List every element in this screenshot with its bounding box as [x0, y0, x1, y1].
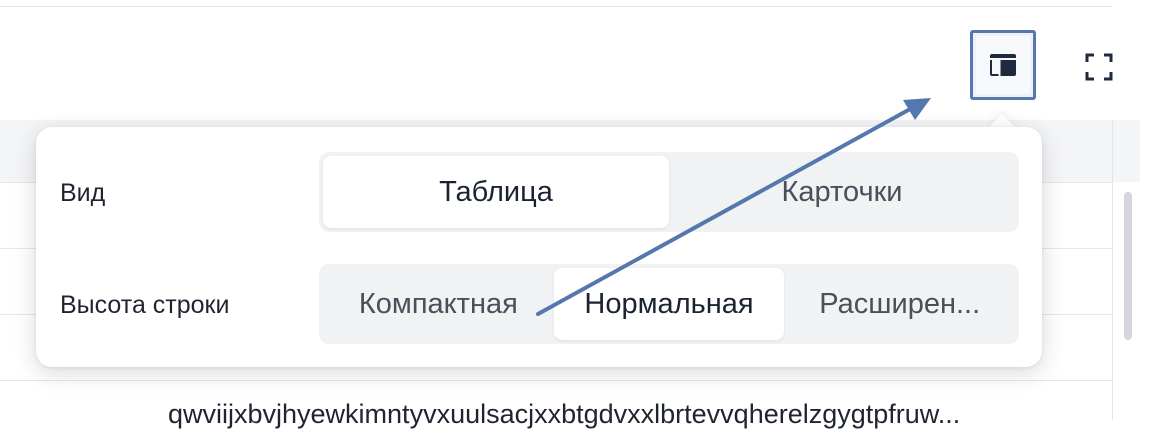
fullscreen-button[interactable]: [1080, 48, 1118, 86]
view-settings-button[interactable]: [970, 30, 1036, 100]
fullscreen-icon: [1085, 53, 1113, 81]
view-settings-button-inner: [976, 36, 1030, 94]
view-option-cards[interactable]: Карточки: [669, 156, 1015, 228]
view-option-table[interactable]: Таблица: [323, 156, 669, 228]
column-divider: [1112, 120, 1113, 420]
table-cell: qwviijxbvjhyewkimntyvxuulsacjxxbtgdvxxlb…: [168, 399, 961, 429]
row-height-label: Высота строки: [60, 291, 230, 319]
vertical-scrollbar[interactable]: [1124, 192, 1132, 340]
view-settings-popover: Вид Таблица Карточки Высота строки Компа…: [36, 127, 1042, 367]
row-height-option-compact[interactable]: Компактная: [323, 268, 554, 340]
view-mode-selector: Таблица Карточки: [319, 152, 1019, 232]
table-layout-icon: [990, 54, 1016, 76]
row-height-option-expanded[interactable]: Расширен...: [784, 268, 1015, 340]
row-height-selector: Компактная Нормальная Расширен...: [319, 264, 1019, 344]
view-label: Вид: [60, 179, 106, 207]
annotation-arrow-head: [903, 98, 931, 120]
divider: [0, 6, 1112, 7]
row-divider: [0, 380, 1112, 381]
row-height-option-normal[interactable]: Нормальная: [553, 268, 785, 340]
page: qwviijxbvjhyewkimntyvxuulsacjxxbtgdvxxlb…: [0, 0, 1163, 442]
